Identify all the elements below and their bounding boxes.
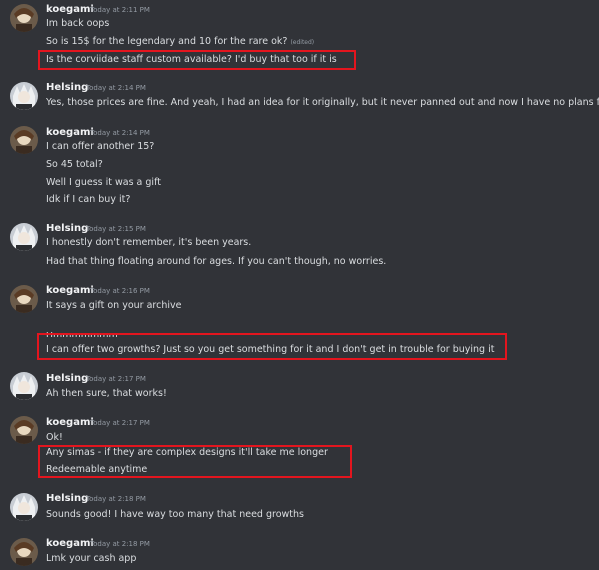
message-text: Well I guess it was a gift: [46, 177, 161, 188]
message-author[interactable]: Helsing: [46, 373, 88, 384]
message-text: So is 15$ for the legendary and 10 for t…: [46, 36, 314, 47]
highlight-box: [38, 50, 356, 70]
message-text: Lmk your cash app: [46, 553, 137, 564]
message-author[interactable]: koegami: [46, 127, 94, 138]
koegami-avatar-icon[interactable]: [10, 538, 38, 566]
helsing-avatar-icon[interactable]: [10, 223, 38, 251]
highlight-box: [37, 333, 507, 360]
message-text: I can offer another 15?: [46, 141, 155, 152]
message-author[interactable]: Helsing: [46, 82, 88, 93]
koegami-avatar-icon[interactable]: [10, 4, 38, 32]
message-timestamp: Today at 2:14 PM: [86, 84, 146, 92]
message-timestamp: Today at 2:14 PM: [90, 129, 150, 137]
message-author[interactable]: Helsing: [46, 223, 88, 234]
helsing-avatar-icon[interactable]: [10, 372, 38, 400]
koegami-avatar-icon[interactable]: [10, 126, 38, 154]
message-timestamp: Today at 2:15 PM: [86, 225, 146, 233]
message-text: It says a gift on your archive: [46, 300, 182, 311]
message-author[interactable]: koegami: [46, 4, 94, 15]
message-author[interactable]: koegami: [46, 285, 94, 296]
message-text: Im back oops: [46, 18, 110, 29]
helsing-avatar-icon[interactable]: [10, 82, 38, 110]
message-timestamp: Today at 2:11 PM: [90, 6, 150, 14]
message-text: Ok!: [46, 432, 63, 443]
highlight-box: [38, 445, 352, 478]
message-text: Ah then sure, that works!: [46, 388, 167, 399]
message-text: I honestly don't remember, it's been yea…: [46, 237, 252, 248]
koegami-avatar-icon[interactable]: [10, 285, 38, 313]
message-author[interactable]: koegami: [46, 417, 94, 428]
message-timestamp: Today at 2:16 PM: [90, 287, 150, 295]
message-author[interactable]: Helsing: [46, 493, 88, 504]
edited-tag: (edited): [290, 39, 315, 46]
message-author[interactable]: koegami: [46, 538, 94, 549]
message-text: Yes, those prices are fine. And yeah, I …: [46, 97, 599, 108]
message-timestamp: Today at 2:17 PM: [90, 419, 150, 427]
message-text: Had that thing floating around for ages.…: [46, 256, 387, 267]
message-timestamp: Today at 2:18 PM: [90, 540, 150, 548]
message-text: Idk if I can buy it?: [46, 194, 131, 205]
message-timestamp: Today at 2:17 PM: [86, 375, 146, 383]
message-text: Sounds good! I have way too many that ne…: [46, 509, 304, 520]
helsing-avatar-icon[interactable]: [10, 493, 38, 521]
koegami-avatar-icon[interactable]: [10, 416, 38, 444]
message-text: So 45 total?: [46, 159, 103, 170]
message-text-content: So is 15$ for the legendary and 10 for t…: [46, 36, 288, 47]
message-timestamp: Today at 2:18 PM: [86, 495, 146, 503]
